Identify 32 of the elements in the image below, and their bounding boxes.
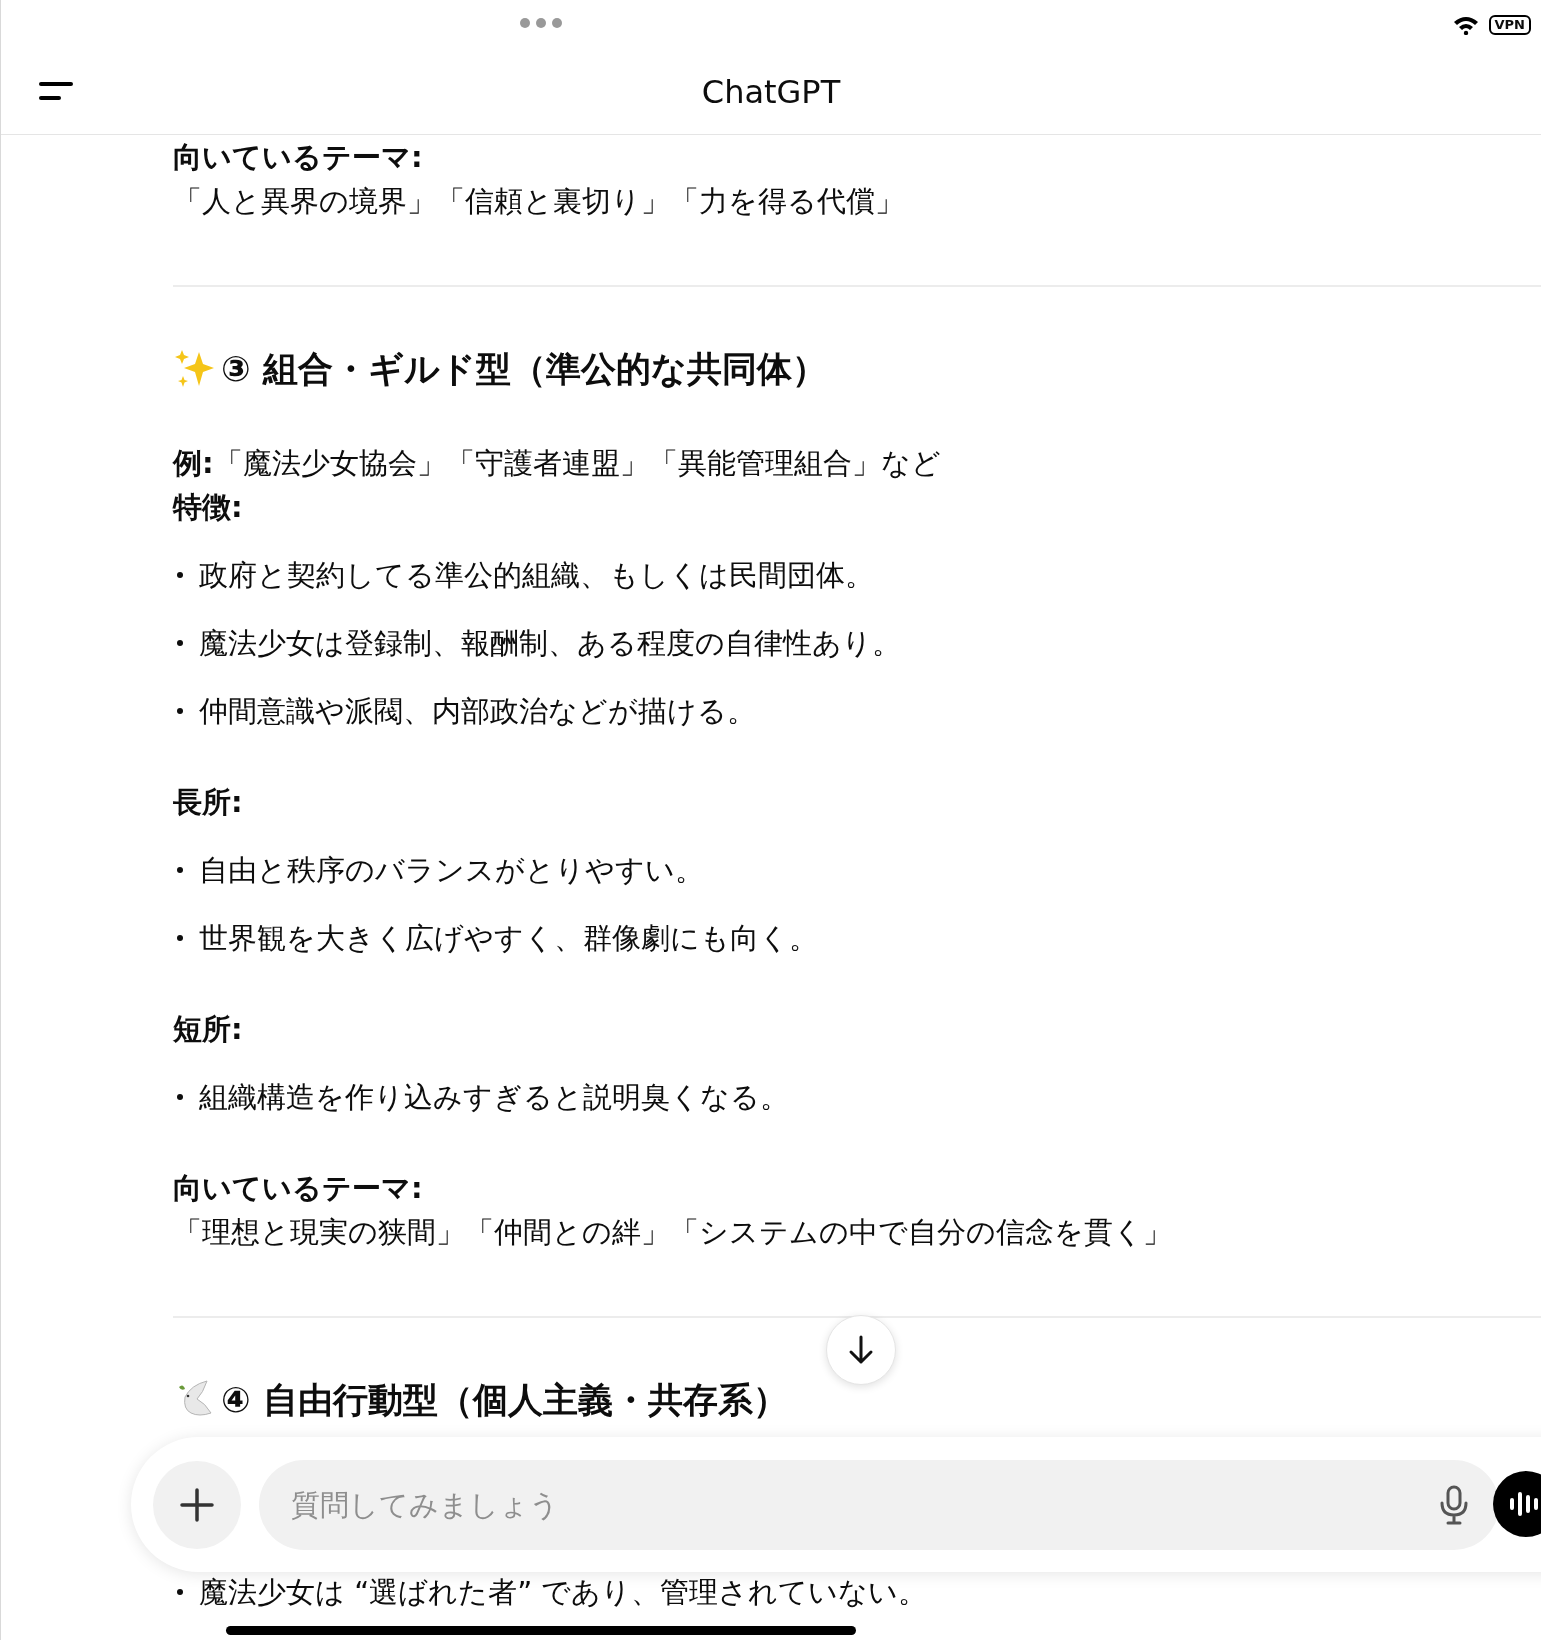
- list-item-text: 魔法少女は登録制、報酬制、ある程度の自律性あり。: [199, 625, 901, 662]
- paragraph: 向いているテーマ: 「理想と現実の狭間」「仲間との絆」「システムの中で自分の信念を貫く」: [173, 1170, 1173, 1251]
- scroll-down-button[interactable]: [826, 1315, 896, 1385]
- list-item-text: 政府と契約してる準公的組織、もしくは民間団体。: [199, 557, 874, 594]
- list-item-text: 魔法少女は “選ばれた者” であり、管理されていない。: [199, 1574, 928, 1611]
- paragraph: 短所:: [173, 1011, 244, 1048]
- paragraph: 向いているテーマ: 「人と異界の境界」「信頼と裏切り」「力を得る代償」: [173, 139, 905, 220]
- section-heading: ③ 組合・ギルド型（準公的な共同体）: [221, 348, 827, 391]
- more-icon[interactable]: [519, 17, 563, 29]
- bullet-icon: [177, 640, 183, 646]
- voice-button[interactable]: [1493, 1471, 1541, 1537]
- bullet-icon: [177, 708, 183, 714]
- list-item-text: 世界観を大きく広げやすく、群像劇にも向く。: [199, 920, 818, 957]
- paragraph: 長所:: [173, 784, 244, 821]
- plus-icon: [180, 1487, 214, 1522]
- list-item-text: 自由と秩序のバランスがとりやすい。: [199, 852, 704, 889]
- waveform-icon: [1509, 1489, 1541, 1519]
- bullet-icon: [177, 1589, 183, 1595]
- vpn-badge: VPN: [1488, 15, 1531, 35]
- bullet-icon: [177, 867, 183, 873]
- paragraph: 例:「魔法少女協会」「守護者連盟」「異能管理組合」など 特徴:: [173, 445, 942, 526]
- microphone-icon[interactable]: [1439, 1484, 1469, 1525]
- bullet-icon: [177, 1094, 183, 1100]
- window-title: ChatGPT: [701, 73, 841, 111]
- section-heading: ④ 自由行動型（個人主義・共存系）: [221, 1379, 788, 1422]
- bullet-icon: [177, 572, 183, 578]
- wifi-icon: [1452, 15, 1479, 35]
- list-item-text: 仲間意識や派閥、内部政治などが描ける。: [199, 693, 756, 730]
- message-field[interactable]: 質問してみましょう: [259, 1459, 1499, 1550]
- message-input[interactable]: 質問してみましょう: [289, 1486, 1439, 1523]
- list-item-text: 組織構造を作り込みすぎると説明臭くなる。: [199, 1079, 789, 1116]
- bullet-icon: [177, 935, 183, 941]
